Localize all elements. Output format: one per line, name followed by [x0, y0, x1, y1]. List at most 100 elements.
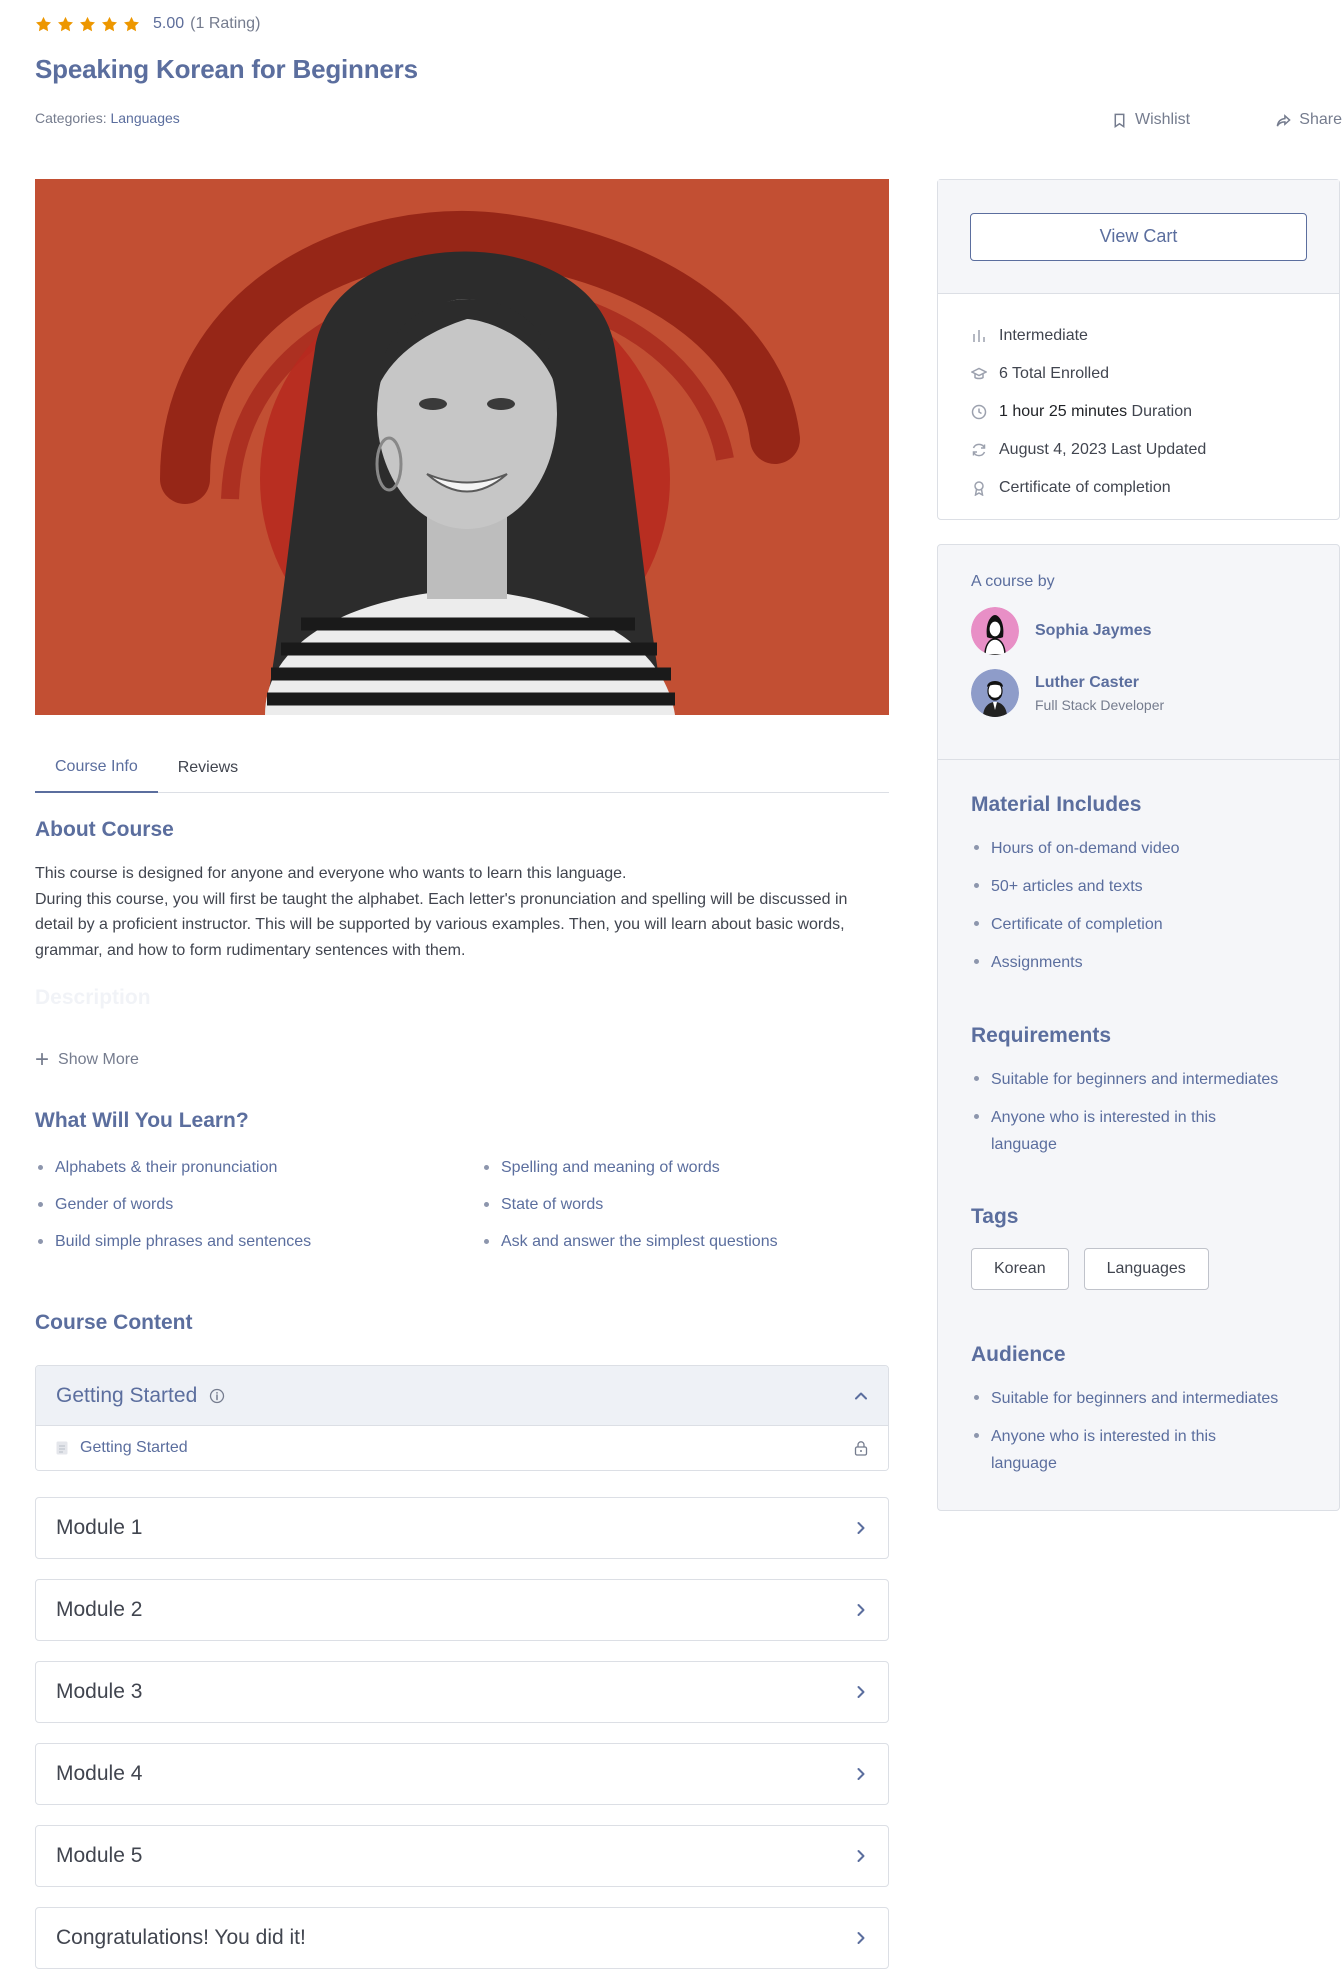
level-text: Intermediate — [999, 327, 1088, 344]
course-meta: Intermediate 6 Total Enrolled 1 hour 25 … — [938, 294, 1339, 507]
description-heading: Description — [35, 986, 151, 1009]
refresh-icon — [972, 443, 986, 457]
tag-korean[interactable]: Korean — [971, 1248, 1069, 1290]
about-text-line: During this course, you will first be ta… — [35, 890, 848, 959]
wishlist-button[interactable]: Wishlist — [1112, 111, 1190, 129]
course-rating: 5.00 (1 Rating) — [35, 15, 260, 33]
material-item: Hours of on-demand video — [971, 835, 1311, 862]
chevron-right-icon — [857, 1604, 865, 1616]
learn-item: Spelling and meaning of words — [481, 1155, 889, 1181]
learn-list: Alphabets & their pronunciation Spelling… — [35, 1155, 889, 1255]
topic-title: Getting Started — [56, 1383, 198, 1407]
cart-area: View Cart — [938, 180, 1339, 294]
star-icon — [36, 16, 51, 31]
lock-icon — [854, 1441, 868, 1456]
enrolled-text: 6 Total Enrolled — [999, 365, 1109, 382]
meta-certificate: Certificate of completion — [971, 469, 1339, 507]
material-item: 50+ articles and texts — [971, 873, 1311, 900]
share-button[interactable]: Share — [1276, 111, 1342, 129]
about-text-line: This course is designed for anyone and e… — [35, 865, 627, 882]
meta-last-updated: August 4, 2023 Last Updated — [971, 431, 1339, 469]
chevron-up-icon[interactable] — [854, 1389, 868, 1403]
graduation-cap-icon — [971, 367, 987, 380]
info-icon[interactable] — [209, 1388, 225, 1404]
module-1[interactable]: Module 1 — [35, 1497, 889, 1559]
material-item: Certificate of completion — [971, 911, 1311, 938]
learn-item: Alphabets & their pronunciation — [35, 1155, 481, 1181]
rating-count: (1 Rating) — [190, 15, 261, 32]
chevron-right-icon — [857, 1850, 865, 1862]
bookmark-icon — [1114, 113, 1125, 128]
rating-value: 5.00 — [153, 15, 185, 32]
module-congratulations[interactable]: Congratulations! You did it! — [35, 1907, 889, 1969]
star-icon — [124, 16, 139, 31]
view-cart-button[interactable]: View Cart — [970, 212, 1307, 261]
star-icon — [102, 16, 117, 31]
clock-icon — [971, 404, 987, 420]
course-thumbnail — [35, 179, 889, 715]
material-item: Assignments — [971, 949, 1311, 976]
category-link[interactable]: Languages — [110, 110, 179, 126]
about-heading: About Course — [35, 818, 174, 841]
star-icon — [80, 16, 95, 31]
module-2[interactable]: Module 2 — [35, 1579, 889, 1641]
module-title: Module 4 — [56, 1762, 143, 1785]
topic-header[interactable]: Getting Started — [36, 1366, 888, 1426]
last-updated-text: August 4, 2023 Last Updated — [999, 441, 1207, 458]
divider — [938, 759, 1339, 760]
meta-level: Intermediate — [971, 317, 1339, 355]
instructor-role: Full Stack Developer — [1035, 696, 1165, 713]
module-4[interactable]: Module 4 — [35, 1743, 889, 1805]
tags-heading: Tags — [971, 1205, 1019, 1228]
enroll-card: View Cart Intermediate 6 Total Enrolled … — [937, 179, 1340, 520]
material-heading: Material Includes — [971, 793, 1142, 816]
audience-list: Suitable for beginners and intermediates… — [971, 1385, 1311, 1488]
avatar — [971, 607, 1019, 655]
tags-list: Korean Languages — [971, 1248, 1209, 1290]
learn-item: Gender of words — [35, 1192, 481, 1218]
wishlist-label: Wishlist — [1135, 111, 1191, 128]
instructor-luther[interactable]: Luther Caster Full Stack Developer — [971, 669, 1164, 717]
certificate-text: Certificate of completion — [999, 479, 1171, 496]
module-3[interactable]: Module 3 — [35, 1661, 889, 1723]
meta-duration: 1 hour 25 minutes Duration — [971, 393, 1339, 431]
learn-item: State of words — [481, 1192, 889, 1218]
tab-reviews[interactable]: Reviews — [158, 743, 258, 793]
show-more-label: Show More — [58, 1051, 139, 1068]
course-tabs: Course Info Reviews — [35, 743, 889, 793]
instructor-name[interactable]: Luther Caster — [1035, 674, 1164, 692]
chevron-right-icon — [857, 1768, 865, 1780]
instructor-name[interactable]: Sophia Jaymes — [1035, 622, 1152, 640]
plus-icon: + — [35, 1046, 50, 1073]
chevron-right-icon — [857, 1932, 865, 1944]
audience-heading: Audience — [971, 1343, 1066, 1366]
course-thumbnail-illustration — [35, 179, 889, 715]
duration-minutes: 25 minutes — [1048, 403, 1128, 420]
categories-label: Categories: — [35, 110, 107, 126]
course-details-card: A course by Sophia Jaymes Luther Caster … — [937, 544, 1340, 1511]
module-title: Module 1 — [56, 1516, 143, 1539]
learn-heading: What Will You Learn? — [35, 1109, 249, 1132]
requirements-list: Suitable for beginners and intermediates… — [971, 1066, 1311, 1169]
chevron-right-icon — [857, 1522, 865, 1534]
topic-getting-started: Getting Started Getting Started — [35, 1365, 889, 1471]
chevron-right-icon — [857, 1686, 865, 1698]
show-more-button[interactable]: + Show More — [35, 1046, 139, 1073]
requirements-heading: Requirements — [971, 1024, 1112, 1047]
tag-languages[interactable]: Languages — [1083, 1248, 1209, 1290]
share-icon — [1276, 113, 1292, 126]
module-title: Module 3 — [56, 1680, 143, 1703]
course-title: Speaking Korean for Beginners — [35, 54, 418, 84]
module-5[interactable]: Module 5 — [35, 1825, 889, 1887]
requirement-item: Anyone who is interested in this languag… — [971, 1104, 1231, 1158]
duration-label: Duration — [1131, 403, 1193, 420]
material-list: Hours of on-demand video 50+ articles an… — [971, 835, 1311, 987]
tab-course-info[interactable]: Course Info — [35, 743, 158, 793]
learn-item: Ask and answer the simplest questions — [481, 1229, 889, 1255]
instructor-sophia[interactable]: Sophia Jaymes — [971, 607, 1152, 655]
module-title: Module 5 — [56, 1844, 143, 1867]
course-content-heading: Course Content — [35, 1311, 193, 1334]
lesson-item[interactable]: Getting Started — [36, 1426, 888, 1470]
course-by-label: A course by — [971, 573, 1055, 590]
requirement-item: Suitable for beginners and intermediates — [971, 1066, 1311, 1093]
